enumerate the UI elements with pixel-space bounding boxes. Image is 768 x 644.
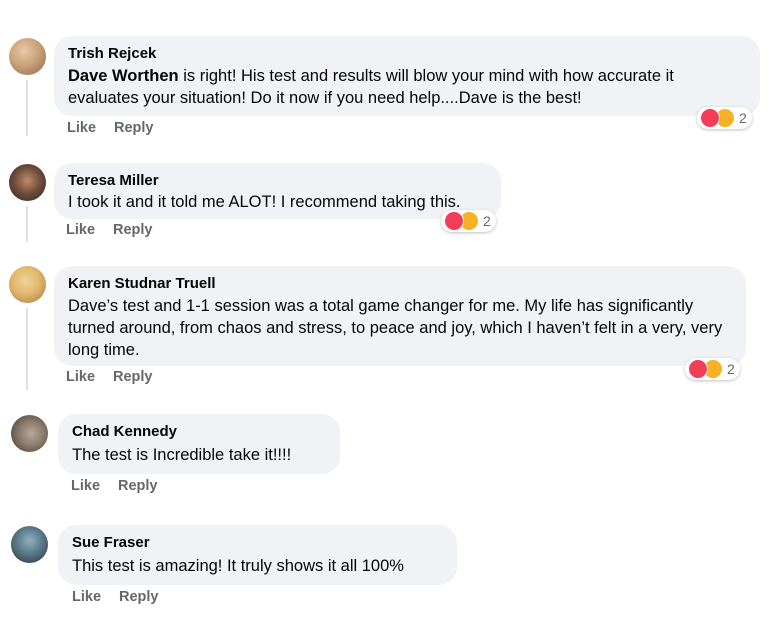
comment-author[interactable]: Karen Studnar Truell — [68, 274, 732, 293]
like-button[interactable]: Like — [72, 589, 101, 605]
comment-text: Dave Worthen is right! His test and resu… — [68, 65, 746, 109]
heart-reaction-icon — [688, 359, 708, 379]
comment-bubble: Trish Rejcek Dave Worthen is right! His … — [54, 36, 760, 116]
reaction-count: 2 — [727, 361, 735, 377]
avatar[interactable] — [11, 526, 48, 563]
thread-line — [26, 308, 28, 390]
comment-actions: Like Reply — [71, 478, 176, 494]
reply-button[interactable]: Reply — [119, 589, 159, 605]
comment-actions: Like Reply — [67, 120, 172, 136]
reaction-count: 2 — [739, 110, 747, 126]
comment-bubble: Teresa Miller I took it and it told me A… — [54, 163, 501, 219]
like-button[interactable]: Like — [66, 222, 95, 238]
reaction-count: 2 — [483, 213, 491, 229]
reply-button[interactable]: Reply — [113, 222, 153, 238]
thread-line — [26, 206, 28, 242]
comment-author[interactable]: Chad Kennedy — [72, 422, 326, 441]
avatar[interactable] — [9, 266, 46, 303]
reactions-summary[interactable]: 2 — [441, 210, 496, 232]
comment-author[interactable]: Sue Fraser — [72, 533, 443, 552]
reactions-summary[interactable]: 2 — [697, 107, 752, 129]
reply-button[interactable]: Reply — [118, 478, 158, 494]
like-button[interactable]: Like — [66, 369, 95, 385]
comment-actions: Like Reply — [72, 589, 177, 605]
avatar[interactable] — [9, 164, 46, 201]
comment-text: The test is Incredible take it!!!! — [72, 446, 292, 464]
heart-reaction-icon — [700, 108, 720, 128]
comment-author[interactable]: Trish Rejcek — [68, 44, 746, 63]
comment-bubble: Sue Fraser This test is amazing! It trul… — [58, 525, 457, 585]
comment-bubble: Karen Studnar Truell Dave’s test and 1-1… — [54, 266, 746, 366]
reply-button[interactable]: Reply — [114, 120, 154, 136]
thread-line — [26, 80, 28, 136]
comment-actions: Like Reply — [66, 369, 171, 385]
comment-text: I took it and it told me ALOT! I recomme… — [68, 193, 461, 211]
comment-actions: Like Reply — [66, 222, 171, 238]
like-button[interactable]: Like — [67, 120, 96, 136]
comment-text: This test is amazing! It truly shows it … — [72, 557, 404, 575]
mention-link[interactable]: Dave Worthen — [68, 67, 179, 85]
comment-text: Dave’s test and 1-1 session was a total … — [68, 297, 723, 359]
avatar[interactable] — [11, 415, 48, 452]
avatar[interactable] — [9, 38, 46, 75]
reply-button[interactable]: Reply — [113, 369, 153, 385]
like-button[interactable]: Like — [71, 478, 100, 494]
heart-reaction-icon — [444, 211, 464, 231]
comment-bubble: Chad Kennedy The test is Incredible take… — [58, 414, 340, 474]
comment-author[interactable]: Teresa Miller — [68, 171, 487, 190]
reactions-summary[interactable]: 2 — [685, 358, 740, 380]
